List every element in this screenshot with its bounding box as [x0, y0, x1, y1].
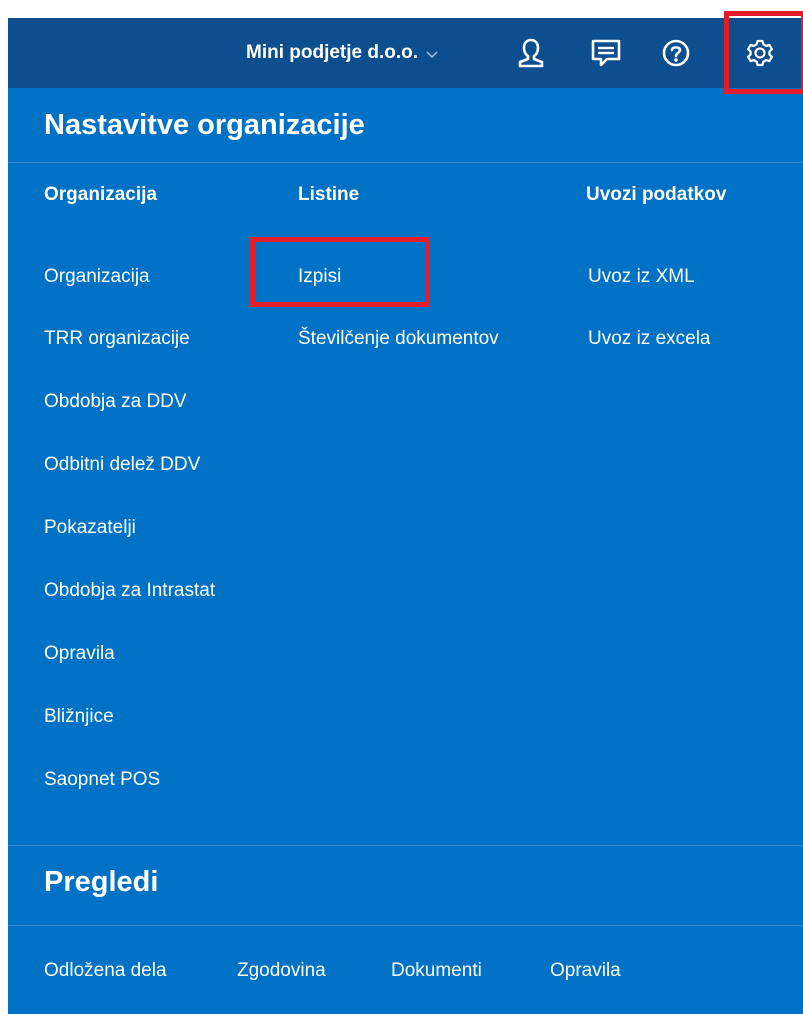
column-heading-organizacija: Organizacija [44, 184, 157, 205]
divider [8, 845, 803, 846]
messages-icon[interactable] [588, 35, 624, 71]
company-selector[interactable]: Mini podjetje d.o.o. [246, 18, 438, 88]
views-link-opravila[interactable]: Opravila [550, 960, 621, 982]
menu-link-uvoz-excel[interactable]: Uvoz iz excela [588, 328, 711, 350]
menu-link-organizacija[interactable]: Organizacija [44, 266, 150, 288]
views-link-zgodovina[interactable]: Zgodovina [237, 960, 326, 982]
divider [8, 162, 803, 163]
menu-link-opravila[interactable]: Opravila [44, 643, 115, 665]
settings-icon[interactable] [742, 35, 778, 71]
menu-link-saopnet-pos[interactable]: Saopnet POS [44, 769, 160, 791]
menu-link-izpisi[interactable]: Izpisi [298, 266, 341, 288]
top-bar: Mini podjetje d.o.o. [8, 18, 803, 88]
settings-section-title: Nastavitve organizacije [44, 109, 365, 141]
settings-panel: Mini podjetje d.o.o. Nastavitve organiza… [8, 11, 803, 1014]
views-link-dokumenti[interactable]: Dokumenti [391, 960, 482, 982]
help-icon[interactable] [658, 35, 694, 71]
menu-link-trr-organizacije[interactable]: TRR organizacije [44, 328, 190, 350]
menu-link-odbitni-delez-ddv[interactable]: Odbitni delež DDV [44, 454, 200, 476]
column-heading-uvozi: Uvozi podatkov [586, 184, 727, 205]
menu-link-stevilcenje-dokumentov[interactable]: Številčenje dokumentov [298, 328, 499, 350]
user-icon[interactable] [513, 35, 549, 71]
divider [8, 925, 803, 926]
menu-link-pokazatelji[interactable]: Pokazatelji [44, 517, 136, 539]
menu-link-bliznjice[interactable]: Bližnjice [44, 706, 114, 728]
menu-link-uvoz-xml[interactable]: Uvoz iz XML [588, 266, 695, 288]
views-link-odlozena-dela[interactable]: Odložena dela [44, 960, 167, 982]
menu-link-obdobja-ddv[interactable]: Obdobja za DDV [44, 391, 187, 413]
chevron-down-icon [426, 51, 438, 59]
column-heading-listine: Listine [298, 184, 360, 205]
company-name: Mini podjetje d.o.o. [246, 42, 419, 63]
views-section-title: Pregledi [44, 866, 159, 898]
menu-link-obdobja-intrastat[interactable]: Obdobja za Intrastat [44, 580, 215, 602]
